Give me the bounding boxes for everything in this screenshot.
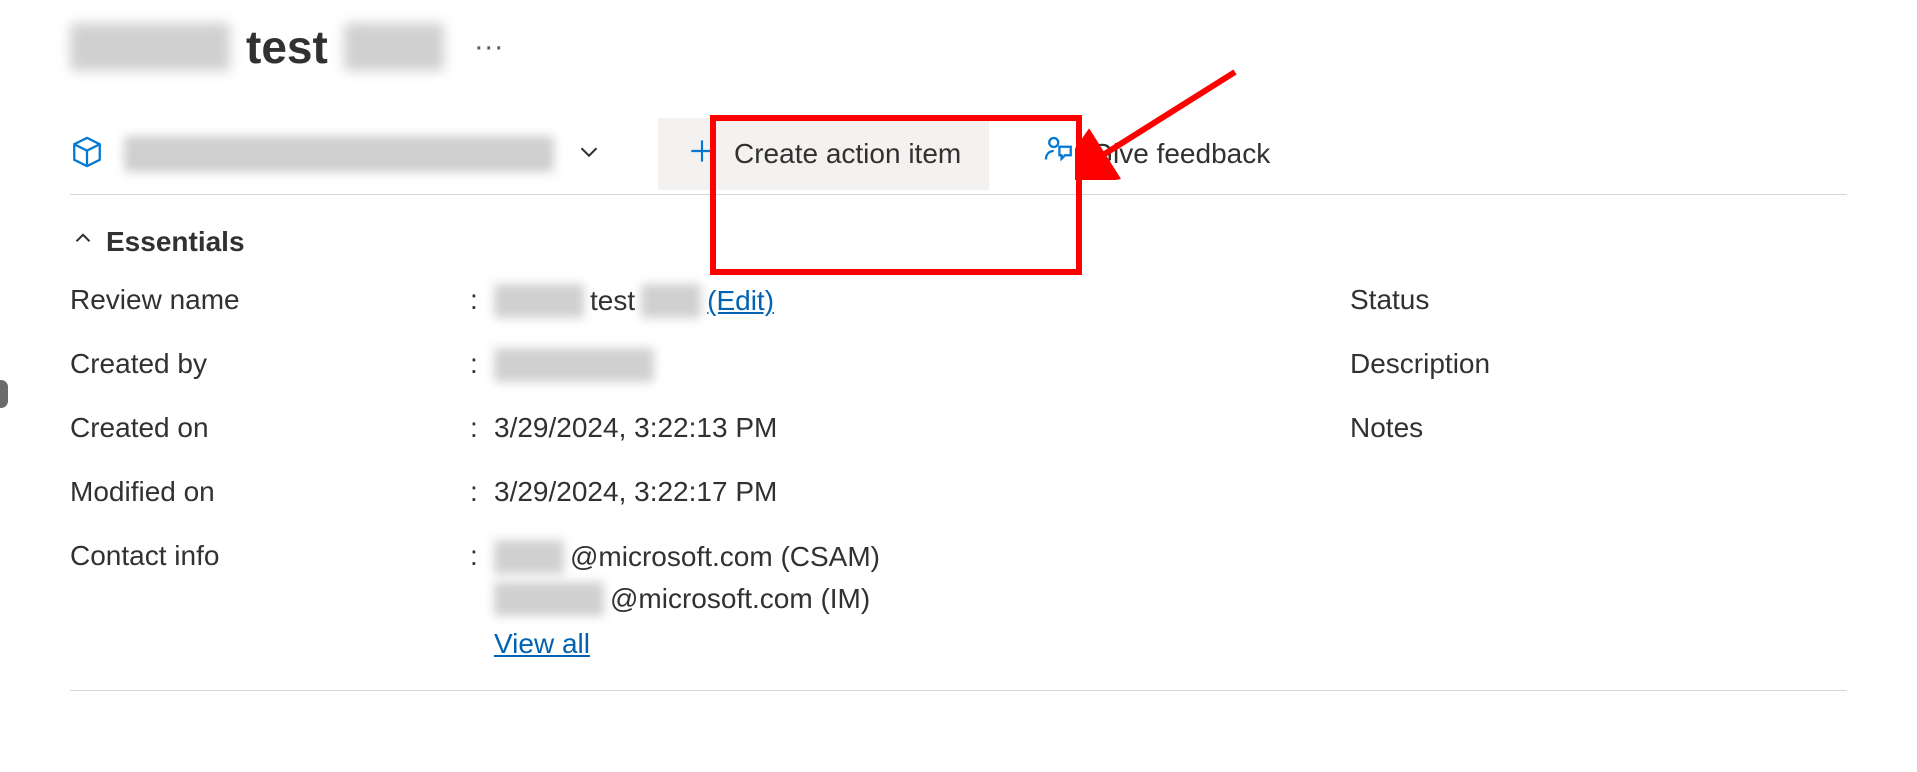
row-description: Description bbox=[1350, 348, 1847, 412]
colon: : bbox=[470, 476, 484, 508]
colon: : bbox=[470, 412, 484, 444]
label-contact-info: Contact info bbox=[70, 540, 470, 572]
edit-review-name-link[interactable]: (Edit) bbox=[707, 285, 774, 317]
label-notes: Notes bbox=[1350, 412, 1750, 444]
colon: : bbox=[470, 540, 484, 572]
redacted-title-suffix bbox=[344, 23, 444, 71]
essentials-left-column: Review name : test (Edit) Created by : bbox=[70, 284, 1350, 660]
contact-line1-suffix: @microsoft.com (CSAM) bbox=[570, 541, 880, 573]
left-edge-dot bbox=[0, 380, 8, 408]
create-action-item-button[interactable]: Create action item bbox=[658, 118, 989, 190]
command-bar: Create action item Give feedback bbox=[70, 114, 1847, 195]
give-feedback-button[interactable]: Give feedback bbox=[1013, 118, 1298, 190]
label-status: Status bbox=[1350, 284, 1750, 316]
essentials-bottom-divider bbox=[70, 690, 1847, 691]
cube-icon bbox=[70, 135, 104, 174]
essentials-grid: Review name : test (Edit) Created by : bbox=[70, 284, 1847, 660]
feedback-icon bbox=[1041, 134, 1075, 175]
essentials-title: Essentials bbox=[106, 226, 245, 258]
give-feedback-label: Give feedback bbox=[1091, 138, 1270, 170]
redacted-review-name-suffix bbox=[641, 284, 701, 318]
created-on-value: 3/29/2024, 3:22:13 PM bbox=[494, 412, 777, 444]
chevron-down-icon bbox=[574, 137, 604, 172]
create-action-item-label: Create action item bbox=[734, 138, 961, 170]
row-modified-on: Modified on : 3/29/2024, 3:22:17 PM bbox=[70, 476, 1350, 540]
row-review-name: Review name : test (Edit) bbox=[70, 284, 1350, 348]
redacted-review-name-prefix bbox=[494, 284, 584, 318]
redacted-contact2-user bbox=[494, 582, 604, 616]
chevron-up-icon bbox=[70, 225, 96, 258]
label-review-name: Review name bbox=[70, 284, 470, 316]
label-created-by: Created by bbox=[70, 348, 470, 380]
plus-icon bbox=[686, 135, 718, 174]
essentials-right-column: Status Description Notes bbox=[1350, 284, 1847, 660]
colon: : bbox=[470, 284, 484, 316]
redacted-created-by bbox=[494, 348, 654, 382]
label-description: Description bbox=[1350, 348, 1750, 380]
view-all-contacts-link[interactable]: View all bbox=[494, 628, 880, 660]
workload-dropdown[interactable] bbox=[70, 114, 634, 194]
row-status: Status bbox=[1350, 284, 1847, 348]
colon: : bbox=[470, 348, 484, 380]
redacted-title-prefix bbox=[70, 23, 230, 71]
page-title-visible: test bbox=[246, 20, 328, 74]
row-created-by: Created by : bbox=[70, 348, 1350, 412]
row-notes: Notes bbox=[1350, 412, 1847, 476]
more-actions-button[interactable]: ··· bbox=[474, 30, 504, 64]
redacted-contact1-user bbox=[494, 540, 564, 574]
contact-line2-suffix: @microsoft.com (IM) bbox=[610, 583, 870, 615]
modified-on-value: 3/29/2024, 3:22:17 PM bbox=[494, 476, 777, 508]
review-name-visible: test bbox=[590, 285, 635, 317]
row-contact-info: Contact info : @microsoft.com (CSAM) @mi… bbox=[70, 540, 1350, 660]
page-title-row: test ··· bbox=[70, 20, 1847, 74]
label-created-on: Created on bbox=[70, 412, 470, 444]
page-title: test bbox=[70, 20, 444, 74]
essentials-section: Essentials Review name : test (Edit) bbox=[70, 195, 1847, 691]
redacted-dropdown-value bbox=[124, 136, 554, 172]
row-created-on: Created on : 3/29/2024, 3:22:13 PM bbox=[70, 412, 1350, 476]
label-modified-on: Modified on bbox=[70, 476, 470, 508]
essentials-toggle[interactable]: Essentials bbox=[70, 225, 1847, 258]
